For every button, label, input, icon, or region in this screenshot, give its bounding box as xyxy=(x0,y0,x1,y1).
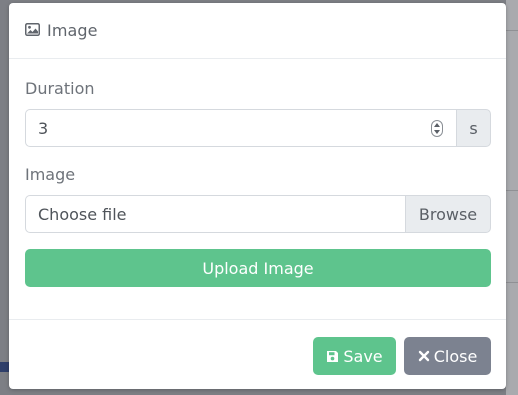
close-button[interactable]: Close xyxy=(404,337,491,375)
spinner-down-icon[interactable] xyxy=(434,130,440,135)
save-label: Save xyxy=(343,346,383,366)
floppy-disk-icon xyxy=(326,350,339,363)
background-divider xyxy=(506,30,518,31)
close-label: Close xyxy=(433,346,478,366)
background-divider xyxy=(506,282,518,283)
image-file-input-group[interactable]: Choose file Browse xyxy=(25,195,491,233)
duration-value: 3 xyxy=(38,118,49,138)
image-label: Image xyxy=(25,165,76,184)
spinner-up-icon[interactable] xyxy=(434,122,440,127)
modal-title: Image xyxy=(47,21,98,40)
background-divider xyxy=(0,362,9,372)
save-button[interactable]: Save xyxy=(313,337,396,375)
duration-input-group: 3 s xyxy=(25,109,491,147)
image-modal: Image Duration 3 s Image Choose file Bro… xyxy=(9,3,506,389)
modal-header: Image xyxy=(9,3,506,59)
duration-label: Duration xyxy=(25,79,95,98)
upload-image-button[interactable]: Upload Image xyxy=(25,249,491,287)
browse-button[interactable]: Browse xyxy=(405,195,491,233)
number-spinner-icon[interactable] xyxy=(431,120,443,137)
file-input[interactable]: Choose file xyxy=(25,195,405,233)
background-page xyxy=(506,0,518,395)
modal-footer: Save Close xyxy=(9,319,506,389)
duration-unit: s xyxy=(456,109,491,147)
close-icon xyxy=(418,350,430,362)
duration-input[interactable]: 3 xyxy=(25,109,456,147)
image-icon xyxy=(25,23,40,38)
background-divider xyxy=(506,190,518,191)
